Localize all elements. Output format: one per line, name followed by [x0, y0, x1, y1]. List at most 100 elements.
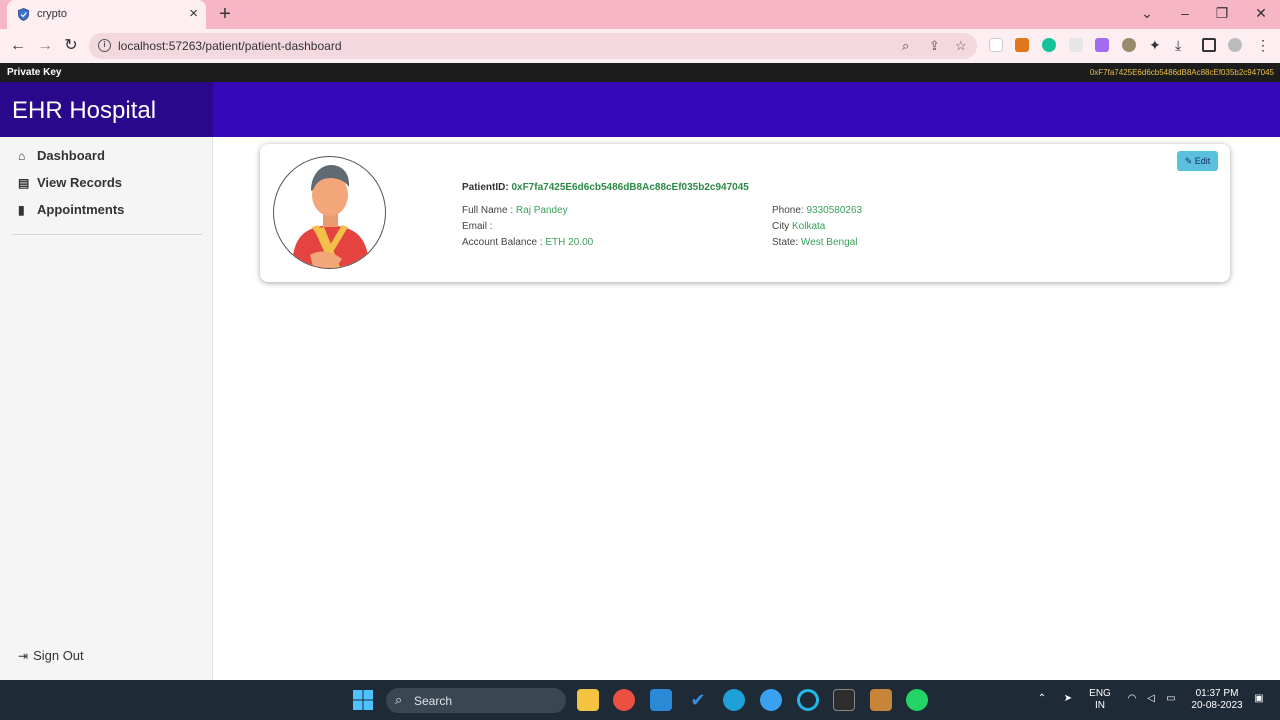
- phone-field: Phone: 9330580263: [772, 205, 862, 216]
- phone-label: Phone:: [772, 205, 804, 216]
- metamask-icon[interactable]: [1015, 38, 1029, 52]
- full-name-value: Raj Pandey: [515, 205, 568, 216]
- download-icon[interactable]: ⤓: [1175, 38, 1189, 52]
- share-icon[interactable]: ⇪: [929, 38, 940, 54]
- sidebar-item-appointments[interactable]: ▮ Appointments: [18, 202, 124, 220]
- patient-id: PatientID: 0xF7fa7425E6d6cb5486dB8Ac88cE…: [462, 182, 749, 193]
- menu-kebab-icon[interactable]: ⋮: [1256, 38, 1270, 52]
- minimize-icon[interactable]: –: [1175, 4, 1195, 22]
- clock-date: 20-08-2023: [1191, 700, 1243, 711]
- battery-icon[interactable]: ▭: [1164, 693, 1178, 705]
- edit-button[interactable]: ✎ Edit: [1177, 151, 1218, 171]
- sidebar-item-view-records[interactable]: ▤ View Records: [18, 175, 122, 193]
- reload-icon[interactable]: ↻: [62, 37, 80, 55]
- sign-out-icon: ⇥: [18, 649, 29, 663]
- extension-icon[interactable]: [1069, 38, 1083, 52]
- tab-search-icon[interactable]: ⌄: [1137, 4, 1157, 22]
- full-name-field: Full Name : Raj Pandey: [462, 205, 568, 216]
- sign-out-button[interactable]: ⇥ Sign Out: [18, 648, 84, 663]
- search-icon: ⌕: [395, 692, 403, 707]
- maximize-icon[interactable]: ❐: [1212, 4, 1232, 22]
- windows-start-icon[interactable]: [353, 690, 373, 710]
- extension-omega-icon[interactable]: [989, 38, 1003, 52]
- language-code: ENG: [1089, 688, 1111, 699]
- extension-purple-icon[interactable]: [1095, 38, 1109, 52]
- phone-value: 9330580263: [806, 205, 863, 216]
- show-hidden-icons[interactable]: ⌃: [1035, 693, 1049, 705]
- zoom-icon[interactable]: ⌕: [902, 38, 909, 54]
- edit-icon: ✎: [1184, 156, 1193, 166]
- browser-tab[interactable]: crypto ×: [7, 0, 206, 29]
- email-label: Email :: [462, 221, 493, 232]
- taskbar-search[interactable]: ⌕ Search: [386, 688, 566, 713]
- extensions-puzzle-icon[interactable]: ✦: [1149, 38, 1163, 52]
- full-name-label: Full Name :: [462, 205, 514, 216]
- url-text: localhost:57263/patient/patient-dashboar…: [118, 39, 342, 53]
- extension-cookie-icon[interactable]: [1122, 38, 1136, 52]
- whatsapp-icon[interactable]: [906, 689, 928, 711]
- todo-icon[interactable]: ✔: [687, 689, 709, 711]
- location-icon[interactable]: ➤: [1061, 693, 1075, 705]
- brand[interactable]: EHR Hospital: [0, 82, 213, 137]
- city-value: Kolkata: [792, 221, 826, 232]
- notification-icon[interactable]: ▣: [1252, 693, 1266, 705]
- region-code: IN: [1095, 700, 1105, 711]
- account-balance-label: Account Balance :: [462, 237, 543, 248]
- file-explorer-icon[interactable]: [577, 689, 599, 711]
- account-balance-field: Account Balance : ETH 20.00: [462, 237, 593, 248]
- vscode-icon[interactable]: [650, 689, 672, 711]
- state-field: State: West Bengal: [772, 237, 857, 248]
- city-field: City Kolkata: [772, 221, 825, 232]
- sidebar-item-dashboard[interactable]: ⌂ Dashboard: [18, 148, 105, 166]
- terminal-icon[interactable]: [833, 689, 855, 711]
- private-key-label: Private Key: [7, 67, 62, 78]
- close-tab-icon[interactable]: ×: [189, 5, 198, 23]
- edit-label: Edit: [1194, 156, 1211, 166]
- back-icon[interactable]: ←: [9, 37, 27, 55]
- wifi-icon[interactable]: ◠: [1125, 693, 1139, 705]
- taskbar: ⌕ Search ✔ ⌃ ➤ ENG IN ◠ ◁ ▭ 01:37 PM 20-…: [0, 680, 1280, 720]
- site-info-icon[interactable]: i: [98, 39, 111, 52]
- private-key-value: 0xF7fa7425E6d6cb5486dB8Ac88cEf035b2c9470…: [1089, 68, 1274, 77]
- package-icon[interactable]: [870, 689, 892, 711]
- brand-title: EHR Hospital: [12, 97, 157, 124]
- home-icon: ⌂: [18, 149, 26, 163]
- private-key-bar: Private Key 0xF7fa7425E6d6cb5486dB8Ac88c…: [0, 63, 1280, 82]
- python-icon[interactable]: [760, 689, 782, 711]
- grammarly-icon[interactable]: [1042, 38, 1056, 52]
- sidebar: ⌂ Dashboard ▤ View Records ▮ Appointments ⇥…: [0, 137, 213, 680]
- chrome-icon[interactable]: [613, 689, 635, 711]
- sidebar-divider: [12, 234, 202, 235]
- address-bar[interactable]: i localhost:57263/patient/patient-dashbo…: [89, 33, 977, 59]
- new-tab-icon[interactable]: +: [216, 3, 234, 25]
- profile-avatar-icon[interactable]: [1228, 38, 1242, 52]
- clock-time: 01:37 PM: [1195, 688, 1239, 699]
- patient-profile-card: ✎ Edit PatientID: 0xF7fa7425E6d6cb5486dB…: [260, 144, 1230, 282]
- state-label: State:: [772, 237, 799, 248]
- avatar: [273, 156, 386, 269]
- shield-icon: [18, 8, 29, 21]
- browser-tab-bar: crypto × + ⌄ – ❐ ✕: [0, 0, 1280, 29]
- sidebar-item-label: View Records: [37, 175, 123, 190]
- side-panel-icon[interactable]: [1202, 38, 1216, 52]
- taskbar-search-label: Search: [414, 694, 453, 708]
- email-field: Email :: [462, 221, 493, 232]
- clipboard-icon: ▮: [18, 203, 25, 217]
- volume-icon[interactable]: ◁: [1144, 693, 1158, 705]
- close-window-icon[interactable]: ✕: [1251, 4, 1271, 22]
- tab-title: crypto: [37, 8, 67, 20]
- app-header: EHR Hospital: [0, 82, 1280, 137]
- browser-toolbar: ← → ↻ i localhost:57263/patient/patient-…: [0, 29, 1280, 63]
- edge-icon[interactable]: [723, 689, 745, 711]
- patient-id-label: PatientID:: [462, 182, 509, 193]
- city-label: City: [772, 221, 790, 232]
- file-icon: ▤: [18, 176, 30, 190]
- language-indicator[interactable]: ENG IN: [1087, 688, 1113, 712]
- forward-icon[interactable]: →: [36, 37, 54, 55]
- account-balance-value: ETH 20.00: [545, 237, 594, 248]
- clock[interactable]: 01:37 PM 20-08-2023: [1188, 688, 1246, 712]
- alexa-icon[interactable]: [797, 689, 819, 711]
- bookmark-star-icon[interactable]: ☆: [955, 38, 967, 54]
- patient-id-value: 0xF7fa7425E6d6cb5486dB8Ac88cEf035b2c9470…: [511, 182, 749, 193]
- patient-avatar-illustration: [292, 165, 369, 268]
